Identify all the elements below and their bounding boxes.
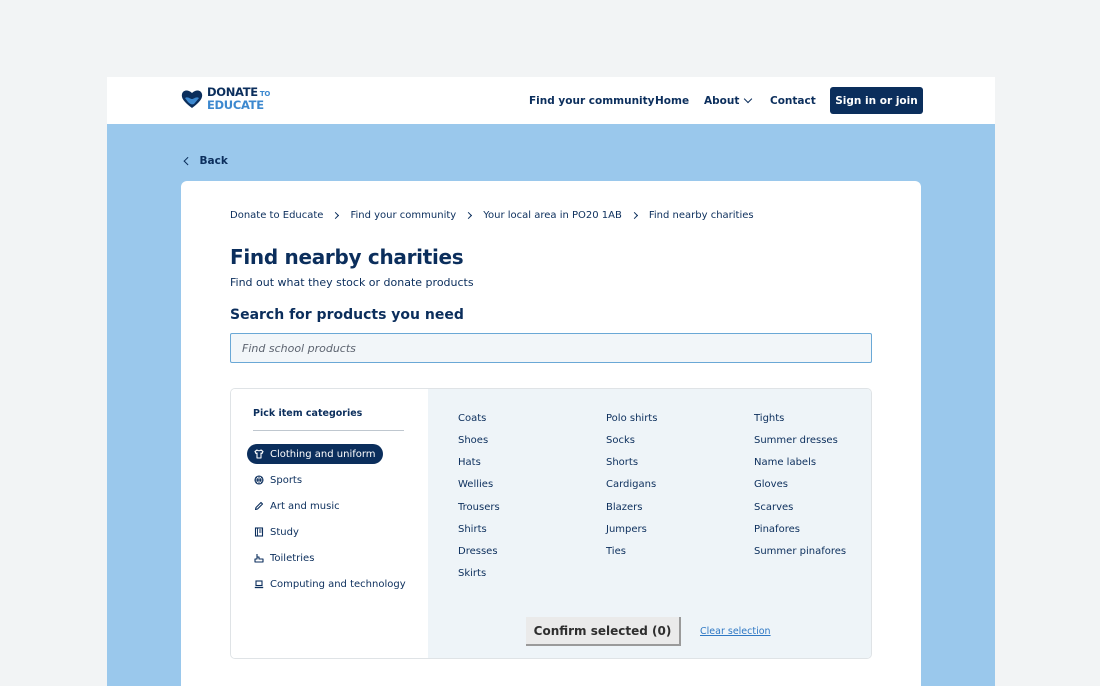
chevron-right-icon <box>332 211 340 220</box>
toiletries-icon <box>254 554 264 563</box>
product-option-coats[interactable]: Coats <box>458 413 486 424</box>
product-option-tights[interactable]: Tights <box>754 413 784 424</box>
nav-find-community[interactable]: Find your community <box>529 77 655 124</box>
logo-word-to: TO <box>259 90 270 98</box>
breadcrumb-link[interactable]: Donate to Educate <box>230 210 323 221</box>
category-picker: Pick item categories Clothing and unifor… <box>230 388 872 659</box>
search-input[interactable] <box>230 333 872 363</box>
book-icon <box>254 527 264 537</box>
product-option-pinafores[interactable]: Pinafores <box>754 524 800 535</box>
product-option-ties[interactable]: Ties <box>606 546 626 557</box>
category-toiletries[interactable]: Toiletries <box>247 548 321 568</box>
page-frame: DONATE TO EDUCATE Find your community Hom… <box>107 77 995 686</box>
nav-home-label: Home <box>655 94 690 107</box>
product-option-shorts[interactable]: Shorts <box>606 457 638 468</box>
chevron-left-icon <box>183 157 192 165</box>
product-option-scarves[interactable]: Scarves <box>754 502 793 513</box>
product-option-trousers[interactable]: Trousers <box>458 502 500 513</box>
category-label: Computing and technology <box>270 578 406 590</box>
product-option-shirts[interactable]: Shirts <box>458 524 487 535</box>
product-option-socks[interactable]: Socks <box>606 435 635 446</box>
category-label: Sports <box>270 474 303 486</box>
laptop-icon <box>254 580 264 589</box>
back-link[interactable]: Back <box>183 155 228 167</box>
breadcrumb-current: Find nearby charities <box>648 210 754 221</box>
product-option-blazers[interactable]: Blazers <box>606 502 643 513</box>
breadcrumb-link[interactable]: Find your community <box>350 210 456 221</box>
category-label: Clothing and uniform <box>270 448 376 460</box>
hands-heart-icon <box>181 90 203 108</box>
category-computing[interactable]: Computing and technology <box>247 574 413 594</box>
divider <box>253 430 404 431</box>
content-card: Donate to Educate Find your community Yo… <box>181 181 921 686</box>
product-option-skirts[interactable]: Skirts <box>458 568 486 579</box>
nav-find-community-label: Find your community <box>529 94 655 107</box>
logo-word-educate: EDUCATE <box>207 98 264 112</box>
nav-contact-label: Contact <box>770 94 816 107</box>
nav-home[interactable]: Home <box>655 77 689 124</box>
logo[interactable]: DONATE TO EDUCATE <box>180 85 270 112</box>
clear-selection-link[interactable]: Clear selection <box>700 626 771 637</box>
nav-about[interactable]: About <box>704 77 753 124</box>
category-study[interactable]: Study <box>247 522 306 542</box>
category-label: Art and music <box>270 500 340 512</box>
category-sports[interactable]: Sports <box>247 470 309 490</box>
category-heading: Pick item categories <box>253 408 363 419</box>
product-option-gloves[interactable]: Gloves <box>754 479 788 490</box>
chevron-down-icon <box>744 94 753 103</box>
breadcrumb-link[interactable]: Your local area in PO20 1AB <box>483 210 622 221</box>
category-label: Study <box>270 526 299 538</box>
category-clothing[interactable]: Clothing and uniform <box>247 444 383 464</box>
chevron-right-icon <box>630 211 638 220</box>
category-label: Toiletries <box>270 552 315 564</box>
product-option-cardigans[interactable]: Cardigans <box>606 479 656 490</box>
search-heading: Search for products you need <box>230 307 464 323</box>
site-header: DONATE TO EDUCATE Find your community Hom… <box>107 77 995 124</box>
sign-in-button[interactable]: Sign in or join <box>830 87 923 114</box>
shirt-icon <box>254 449 264 459</box>
nav-contact[interactable]: Contact <box>770 77 816 124</box>
nav-about-label: About <box>704 94 740 107</box>
pencil-icon <box>254 501 264 511</box>
category-list: Pick item categories Clothing and unifor… <box>231 389 428 658</box>
ball-icon <box>254 475 264 485</box>
logo-word-donate: DONATE <box>207 85 258 99</box>
product-panel: Coats Shoes Hats Wellies Trousers Shirts… <box>428 389 871 658</box>
product-option-summer-dresses[interactable]: Summer dresses <box>754 435 838 446</box>
page-title: Find nearby charities <box>230 245 464 269</box>
product-option-name-labels[interactable]: Name labels <box>754 457 816 468</box>
page-subtitle: Find out what they stock or donate produ… <box>230 276 474 289</box>
product-option-wellies[interactable]: Wellies <box>458 479 493 490</box>
chevron-right-icon <box>465 211 473 220</box>
product-option-hats[interactable]: Hats <box>458 457 481 468</box>
product-option-polo-shirts[interactable]: Polo shirts <box>606 413 657 424</box>
confirm-selected-button[interactable]: Confirm selected (0) <box>526 617 681 646</box>
breadcrumb: Donate to Educate Find your community Yo… <box>230 210 754 221</box>
product-option-shoes[interactable]: Shoes <box>458 435 488 446</box>
back-label: Back <box>199 155 228 167</box>
product-option-dresses[interactable]: Dresses <box>458 546 498 557</box>
category-art-music[interactable]: Art and music <box>247 496 347 516</box>
product-option-summer-pinafores[interactable]: Summer pinafores <box>754 546 846 557</box>
product-option-jumpers[interactable]: Jumpers <box>606 524 647 535</box>
